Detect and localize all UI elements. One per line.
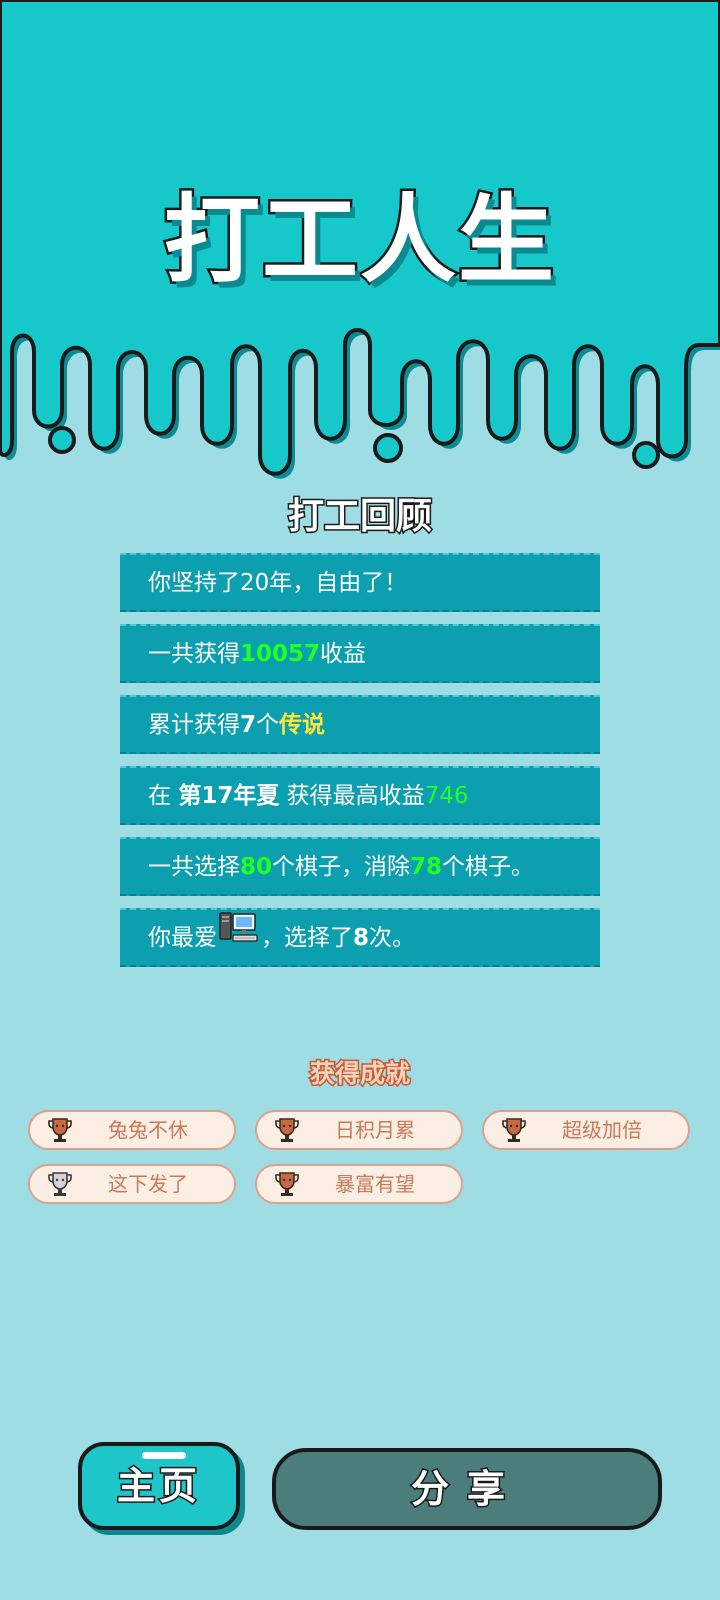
review-row-legendary: 累计获得7个传说 (120, 695, 600, 754)
bronze-trophy-icon (500, 1117, 528, 1154)
review-row-pieces: 一共选择80个棋子，消除78个棋子。 (120, 837, 600, 896)
home-button[interactable]: 主页 (78, 1442, 240, 1530)
row-text-mid: 个 (256, 712, 280, 738)
review-row-years: 你坚持了20年，自由了！ (120, 553, 600, 612)
row-text-mid: 个棋子，消除 (272, 854, 411, 880)
computer-icon (219, 908, 259, 965)
achievement-badge[interactable]: 日积月累 (255, 1110, 463, 1150)
bronze-trophy-icon (273, 1117, 301, 1154)
achievement-label: 日积月累 (335, 1118, 415, 1142)
removed-count: 78 (410, 854, 443, 880)
achievement-badge[interactable]: 超级加倍 (482, 1110, 690, 1150)
row-text-prefix: 在 (148, 783, 179, 809)
review-row-best-income: 在 第17年夏 获得最高收益746 (120, 766, 600, 825)
achievement-label: 超级加倍 (562, 1118, 642, 1142)
game-title: 打工人生 (162, 182, 557, 299)
achievement-label: 这下发了 (108, 1172, 188, 1196)
row-text-suffix: 次。 (369, 925, 416, 951)
achievement-badge[interactable]: 这下发了 (28, 1164, 236, 1204)
achievement-badge[interactable]: 暴富有望 (255, 1164, 463, 1204)
review-title: 打工回顾 (286, 495, 433, 539)
legendary-count: 7 (240, 712, 257, 738)
button-shine (142, 1452, 186, 1459)
row-text-prefix: 一共选择 (148, 854, 240, 880)
row-text-mid: ，选择了 (261, 925, 353, 951)
chosen-count: 80 (240, 854, 273, 880)
row-text-mid: 获得最高收益 (279, 783, 425, 809)
achievement-label: 兔兔不休 (108, 1118, 188, 1142)
row-text-prefix: 一共获得 (148, 641, 240, 667)
share-button[interactable]: 分享 (272, 1448, 662, 1530)
achievement-label: 暴富有望 (335, 1172, 415, 1196)
review-list: 你坚持了20年，自由了！ 一共获得10057收益 累计获得7个传说 在 第17年… (120, 553, 600, 979)
best-income-value: 746 (424, 783, 469, 809)
favorite-count: 8 (353, 925, 370, 951)
review-row-total-income: 一共获得10057收益 (120, 624, 600, 683)
bronze-trophy-icon (273, 1171, 301, 1208)
best-season: 第17年夏 (178, 783, 280, 809)
achievements-title: 获得成就 (308, 1058, 411, 1090)
row-text: 你坚持了20年，自由了！ (148, 570, 408, 596)
row-text-prefix: 你最爱 (148, 925, 217, 951)
rarity-label: 传说 (279, 712, 326, 738)
row-text-suffix: 个棋子。 (442, 854, 535, 880)
bronze-trophy-icon (46, 1117, 74, 1154)
row-text-suffix: 收益 (320, 641, 367, 667)
home-button-label: 主页 (115, 1463, 201, 1510)
silver-trophy-icon (46, 1171, 74, 1208)
total-income-value: 10057 (240, 641, 321, 667)
review-row-favorite: 你最爱 ，选择了8次。 (120, 908, 600, 967)
share-button-label: 分享 (409, 1466, 523, 1513)
achievement-badge[interactable]: 兔兔不休 (28, 1110, 236, 1150)
row-text-prefix: 累计获得 (148, 712, 240, 738)
